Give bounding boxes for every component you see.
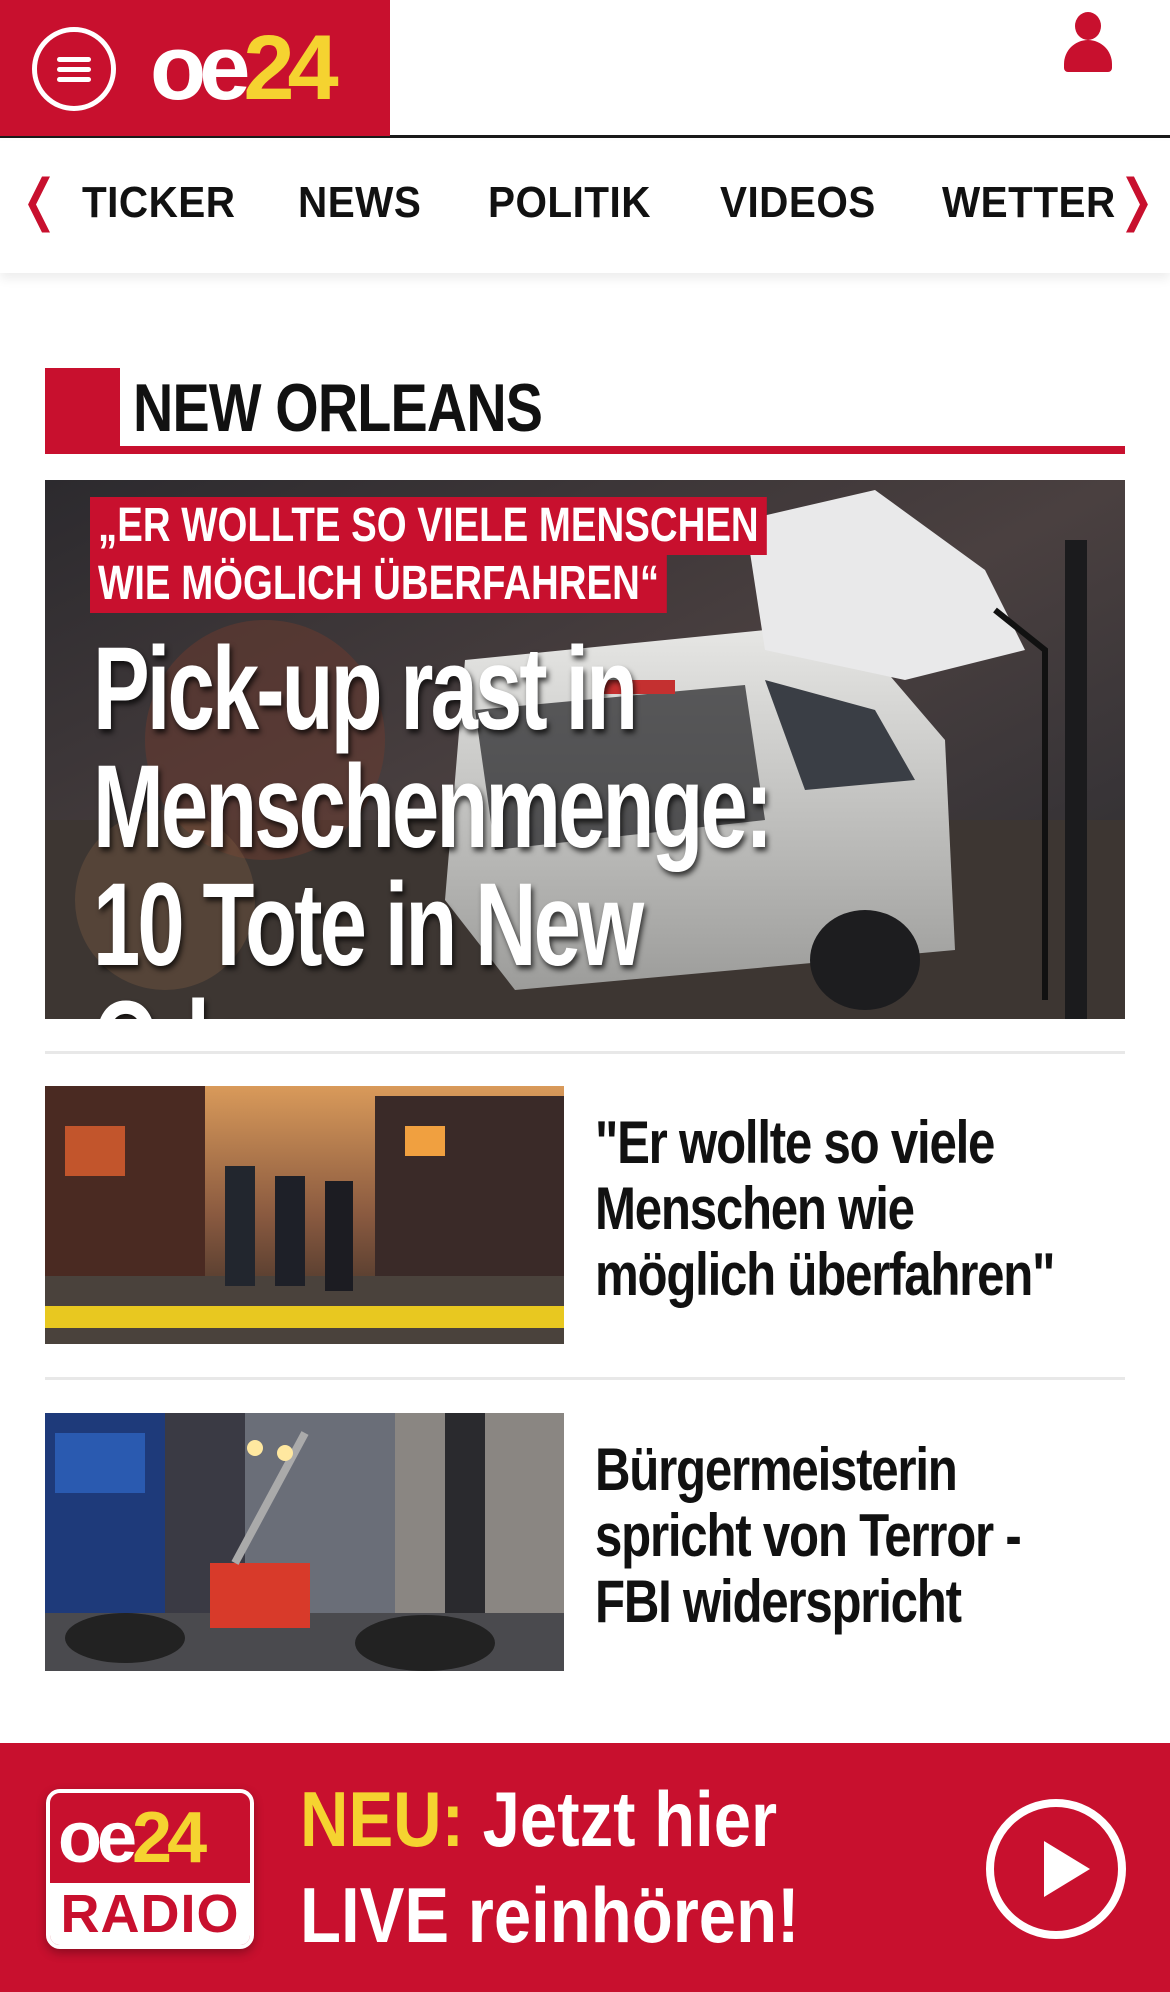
hero-headline[interactable]: Pick-up rast in Menschenmenge: 10 Tote i… — [93, 630, 885, 1019]
hero-article[interactable]: „ER WOLLTE SO VIELE MENSCHEN WIE MÖGLICH… — [45, 480, 1125, 1019]
hero-kicker-line2: WIE MÖGLICH ÜBERFAHREN“ — [90, 555, 668, 613]
hero-headline-line3: 10 Tote in New Orleans — [93, 859, 644, 1019]
chevron-right-icon[interactable]: ❭ — [1113, 171, 1160, 231]
user-icon[interactable] — [1062, 12, 1114, 72]
radio-banner[interactable]: oe24 RADIO NEU: Jetzt hier LIVE reinhöre… — [0, 1743, 1170, 1992]
radio-logo-text: oe — [58, 1798, 137, 1878]
nav-item-wetter[interactable]: WETTER — [942, 177, 1116, 229]
radio-logo-label: RADIO — [50, 1883, 250, 1945]
logo-number: 24 — [243, 17, 338, 119]
hamburger-menu-icon[interactable] — [32, 27, 116, 111]
article-thumbnail[interactable] — [45, 1413, 564, 1671]
radio-line1: Jetzt hier — [482, 1775, 778, 1863]
site-header: oe24 — [0, 0, 1170, 138]
nav-item-news[interactable]: NEWS — [298, 177, 421, 229]
nav-item-ticker[interactable]: TICKER — [82, 177, 235, 229]
hero-headline-line2: Menschenmenge: — [93, 741, 773, 873]
article-headline[interactable]: "Er wollte so viele Menschen wie möglich… — [595, 1110, 1087, 1308]
play-icon[interactable] — [986, 1799, 1126, 1939]
article-headline[interactable]: Bürgermeisterin spricht von Terror - FBI… — [595, 1437, 1087, 1635]
hero-headline-line1: Pick-up rast in — [93, 623, 638, 755]
logo-block: oe24 — [0, 0, 390, 136]
chevron-left-icon[interactable]: ❬ — [16, 171, 63, 231]
category-nav: ❬ TICKER NEWS POLITIK VIDEOS WETTER ❭ — [0, 141, 1170, 273]
radio-logo: oe24 RADIO — [46, 1789, 254, 1949]
article-thumbnail[interactable] — [45, 1086, 564, 1344]
hero-kicker: „ER WOLLTE SO VIELE MENSCHEN WIE MÖGLICH… — [90, 497, 936, 613]
radio-neu-label: NEU: — [300, 1775, 464, 1863]
logo-text: oe — [150, 17, 250, 119]
divider — [45, 1051, 1125, 1054]
radio-line2: LIVE reinhören! — [300, 1871, 800, 1959]
article-card[interactable]: Bürgermeisterin spricht von Terror - FBI… — [45, 1413, 1125, 1671]
section-title[interactable]: NEW ORLEANS — [133, 368, 543, 448]
nav-item-videos[interactable]: VIDEOS — [720, 177, 876, 229]
radio-cta-text: NEU: Jetzt hier LIVE reinhören! — [300, 1771, 902, 1963]
section-heading: NEW ORLEANS — [45, 368, 1125, 456]
nav-item-politik[interactable]: POLITIK — [488, 177, 651, 229]
hero-kicker-line1: „ER WOLLTE SO VIELE MENSCHEN — [90, 497, 767, 555]
article-card[interactable]: "Er wollte so viele Menschen wie möglich… — [45, 1086, 1125, 1344]
divider — [45, 1377, 1125, 1380]
site-logo[interactable]: oe24 — [150, 17, 339, 119]
section-marker — [45, 368, 120, 448]
radio-logo-number: 24 — [132, 1798, 207, 1878]
